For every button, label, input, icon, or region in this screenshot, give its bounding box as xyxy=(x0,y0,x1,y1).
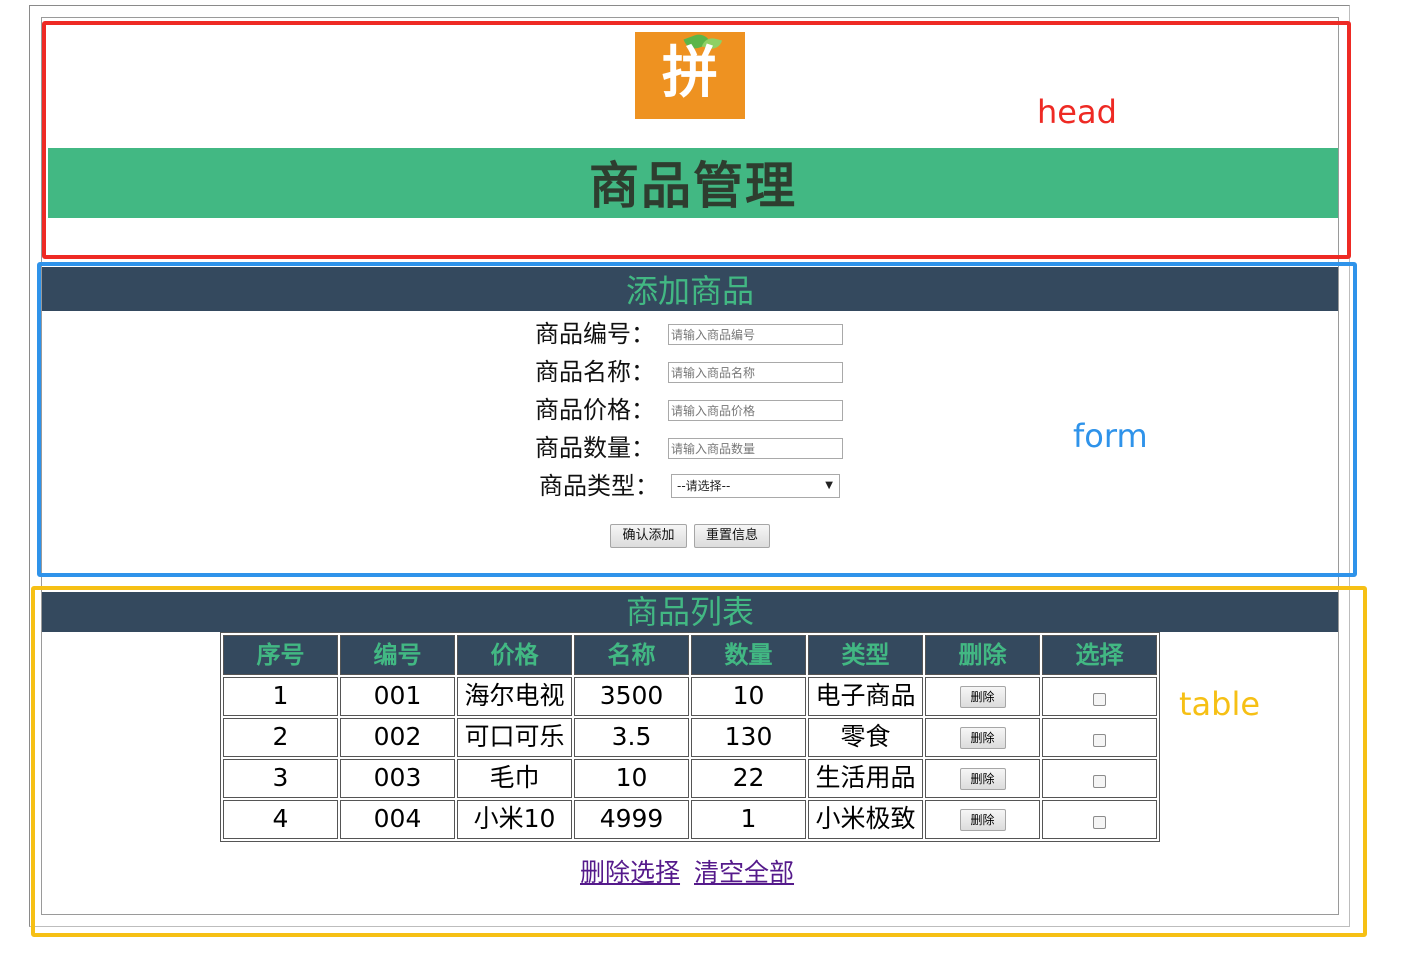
head-annotation-label: head xyxy=(1037,93,1117,131)
form-annotation-box xyxy=(37,262,1357,577)
table-annotation-label: table xyxy=(1179,685,1261,723)
table-annotation-box xyxy=(31,586,1367,937)
head-annotation-box xyxy=(42,21,1351,259)
form-annotation-label: form xyxy=(1073,417,1148,455)
